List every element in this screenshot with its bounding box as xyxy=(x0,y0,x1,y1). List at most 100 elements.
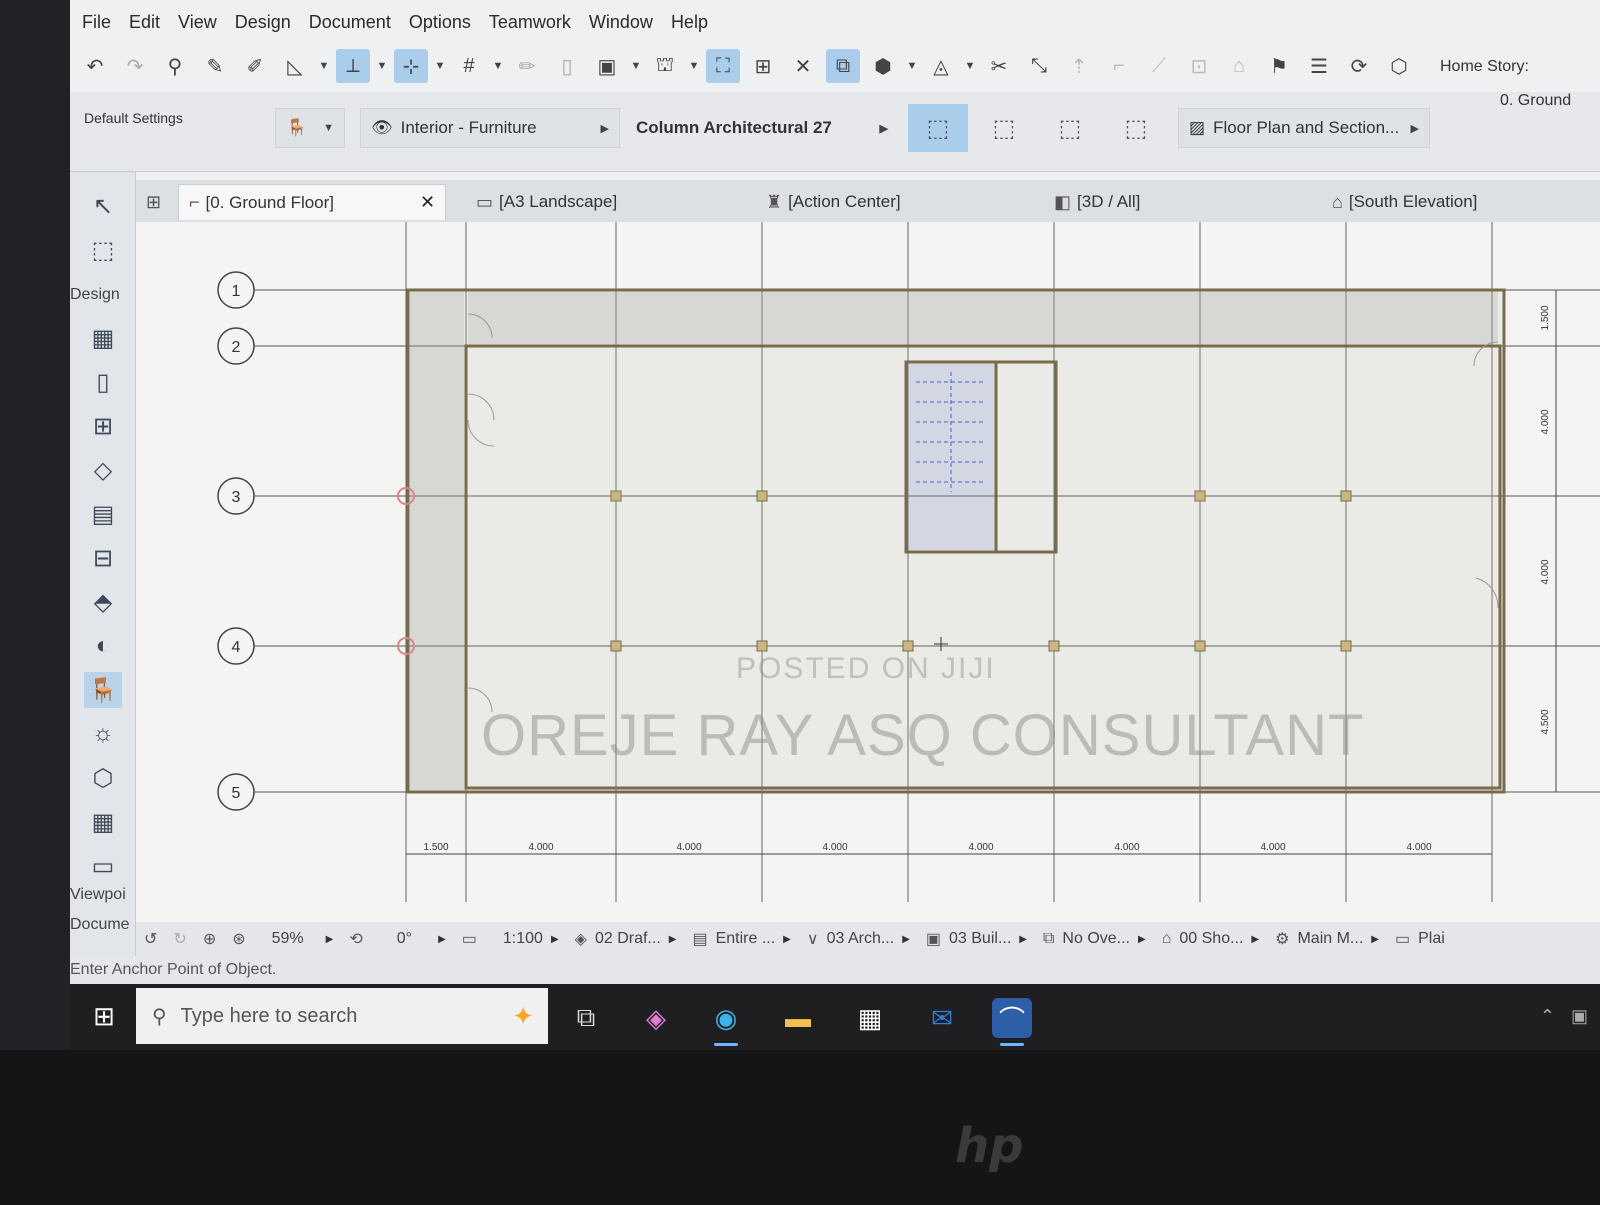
adjust-icon[interactable]: ⤡ xyxy=(1022,49,1056,83)
morph-icon[interactable]: ⬡ xyxy=(84,760,122,796)
tab-a3-landscape[interactable]: ▭ [A3 Landscape] xyxy=(466,184,627,220)
mirrored-anchor-icon[interactable]: ⬚ xyxy=(1106,104,1166,152)
tab-action-center[interactable]: ♜ [Action Center] xyxy=(756,184,911,220)
resize-icon[interactable]: ⊡ xyxy=(1182,49,1216,83)
layers-window-icon[interactable]: ▣ xyxy=(590,49,624,83)
issue-list-icon[interactable]: ☰ xyxy=(1302,49,1336,83)
eraser-icon[interactable]: ▯ xyxy=(550,49,584,83)
structure-display-selector[interactable]: ▤ Entire ... ▶ xyxy=(684,929,798,949)
menu-help[interactable]: Help xyxy=(665,10,714,35)
chevron-down-icon[interactable]: ▼ xyxy=(964,60,976,72)
pencil-icon[interactable]: ✏ xyxy=(510,49,544,83)
object-settings-button[interactable]: 🪑 ▼ xyxy=(275,108,345,148)
curtain-wall-icon[interactable]: ▦ xyxy=(84,804,122,840)
railing-icon[interactable]: ⊟ xyxy=(84,540,122,576)
layer-combination-selector[interactable]: ◈ 02 Draf... ▶ xyxy=(567,929,685,949)
issue-flag-icon[interactable]: ⚑ xyxy=(1262,49,1296,83)
dimension-icon[interactable]: ⊞ xyxy=(746,49,780,83)
suspend-groups-icon[interactable]: ⛶ xyxy=(706,49,740,83)
chevron-down-icon[interactable]: ▼ xyxy=(688,60,700,72)
object-tool-icon[interactable]: 🪑 xyxy=(84,672,122,708)
undo-view-button[interactable]: ↺ xyxy=(136,929,165,949)
menu-document[interactable]: Document xyxy=(303,10,397,35)
zoom-selector[interactable]: 59% ▶ xyxy=(264,930,342,948)
roof-tool-icon[interactable]: ⬘ xyxy=(84,584,122,620)
home-story-value[interactable]: 0. Ground xyxy=(1500,92,1571,110)
chevron-down-icon[interactable]: ▼ xyxy=(434,60,446,72)
reference-icon[interactable]: ◬ xyxy=(924,49,958,83)
find-select-icon[interactable]: ⚲ xyxy=(158,49,192,83)
window-icon[interactable]: ⊞ xyxy=(84,408,122,444)
fit-in-window-button[interactable]: ⊛ xyxy=(224,929,253,949)
menu-options[interactable]: Options xyxy=(403,10,477,35)
outlook-icon[interactable]: ✉ xyxy=(922,998,962,1038)
graphic-override-selector[interactable]: ⧉ No Ove... ▶ xyxy=(1035,930,1154,948)
marquee-icon[interactable]: ⬚ xyxy=(84,232,122,268)
snap-guides-icon[interactable]: ⊹ xyxy=(394,49,428,83)
model-view-selector[interactable]: ▣ 03 Buil... ▶ xyxy=(918,929,1035,949)
pen-set-selector[interactable]: ∨ 03 Arch... ▶ xyxy=(799,929,918,949)
close-icon[interactable]: ✕ xyxy=(420,192,435,213)
publish-icon[interactable]: ⟳ xyxy=(1342,49,1376,83)
teamwork-icon[interactable]: ⬡ xyxy=(1382,49,1416,83)
chevron-down-icon[interactable]: ▼ xyxy=(630,60,642,72)
dimension-standard-selector[interactable]: ⚙ Main M... ▶ xyxy=(1267,929,1387,949)
redo-view-button[interactable]: ↻ xyxy=(165,929,194,949)
inject-parameters-icon[interactable]: ✐ xyxy=(238,49,272,83)
edge-browser-icon[interactable]: ◉ xyxy=(706,998,746,1046)
undo-icon[interactable]: ↶ xyxy=(78,49,112,83)
network-icon[interactable]: ▣ xyxy=(1571,1006,1588,1027)
door-icon[interactable]: ▯ xyxy=(84,364,122,400)
tab-3d-all[interactable]: ◧ [3D / All] xyxy=(1044,184,1150,220)
plan-display-selector[interactable]: ▭ Plai xyxy=(1387,929,1453,949)
tab-south-elevation[interactable]: ⌂ [South Elevation] xyxy=(1322,184,1487,220)
chevron-down-icon[interactable]: ▼ xyxy=(318,60,330,72)
trace-icon[interactable]: ◺ xyxy=(278,49,312,83)
zone-icon[interactable]: ▭ xyxy=(84,848,122,884)
roof-icon[interactable]: ⌂ xyxy=(1222,49,1256,83)
3d-navigation-icon[interactable]: ⬢ xyxy=(866,49,900,83)
chevron-down-icon[interactable]: ▼ xyxy=(906,60,918,72)
tab-ground-floor[interactable]: ⌐ [0. Ground Floor] ✕ xyxy=(178,184,447,220)
menu-window[interactable]: Window xyxy=(583,10,659,35)
lamp-icon[interactable]: ☼ xyxy=(84,716,122,752)
chevron-down-icon[interactable]: ▼ xyxy=(492,60,504,72)
arrow-select-icon[interactable]: ↖ xyxy=(84,188,122,224)
menu-file[interactable]: File xyxy=(76,10,117,35)
menu-teamwork[interactable]: Teamwork xyxy=(483,10,577,35)
renovation-filter-selector[interactable]: ⌂ 00 Sho... ▶ xyxy=(1154,930,1267,948)
archicad-icon[interactable]: ⌒ xyxy=(992,998,1032,1046)
rotation-selector[interactable]: ⟲ 0° ▶ xyxy=(341,929,453,949)
slab-icon[interactable]: ◇ xyxy=(84,452,122,488)
view-mode-selector[interactable]: ▨ Floor Plan and Section... ▶ xyxy=(1178,108,1430,148)
chevron-down-icon[interactable]: ▼ xyxy=(376,60,388,72)
explode-icon[interactable]: ✕ xyxy=(786,49,820,83)
split-icon[interactable]: ✂ xyxy=(982,49,1016,83)
fillet-icon[interactable]: ⌐ xyxy=(1102,49,1136,83)
copilot-icon[interactable]: ◈ xyxy=(636,998,676,1038)
task-view-icon[interactable]: ⧉ xyxy=(566,998,606,1038)
floor-plan-canvas[interactable]: 1 2 3 4 5 1.500 4.000 4.000 4.000 4.000 … xyxy=(136,222,1600,922)
microsoft-store-icon[interactable]: ▦ xyxy=(850,998,890,1038)
menu-view[interactable]: View xyxy=(172,10,223,35)
chevron-up-icon[interactable]: ⌃ xyxy=(1540,1006,1555,1027)
scale-selector[interactable]: ▭ 1:100 ▶ xyxy=(454,929,567,949)
renovation-icon[interactable]: ⛫ xyxy=(648,49,682,83)
menu-edit[interactable]: Edit xyxy=(123,10,166,35)
offset-icon[interactable]: ⟋ xyxy=(1142,49,1176,83)
grid-snap-icon[interactable]: # xyxy=(452,49,486,83)
shell-icon[interactable]: ◐ xyxy=(84,628,122,664)
diagonal-anchor-icon[interactable]: ⬚ xyxy=(1040,104,1100,152)
pick-up-parameters-icon[interactable]: ✎ xyxy=(198,49,232,83)
object-name-selector[interactable]: Column Architectural 27 ▶ xyxy=(626,108,898,148)
tab-overview[interactable]: ⊞ xyxy=(136,184,171,220)
group-icon[interactable]: ⧉ xyxy=(826,49,860,83)
file-explorer-icon[interactable]: ▬ xyxy=(778,998,818,1038)
wall-icon[interactable]: ▦ xyxy=(84,320,122,356)
layer-selector[interactable]: 👁 Interior - Furniture ▶ xyxy=(360,108,620,148)
taskbar-search-box[interactable]: ⚲ Type here to search ✦ xyxy=(136,988,548,1044)
gravity-icon[interactable]: ⟂ xyxy=(336,49,370,83)
elevate-icon[interactable]: ⇡ xyxy=(1062,49,1096,83)
rotated-anchor-icon[interactable]: ⬚ xyxy=(974,104,1034,152)
redo-icon[interactable]: ↷ xyxy=(118,49,152,83)
